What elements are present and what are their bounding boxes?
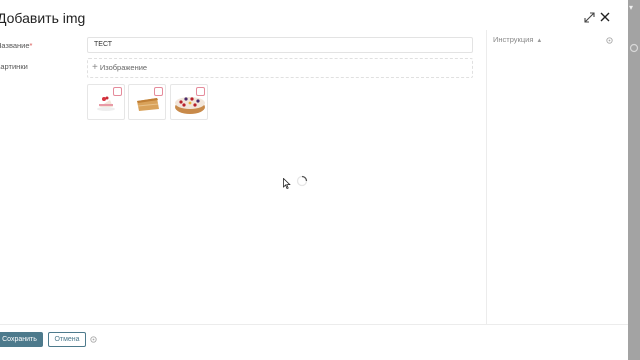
expand-icon[interactable]	[584, 12, 595, 23]
save-button[interactable]: Сохранить	[0, 332, 43, 347]
add-img-modal: Добавить img Название* ТЕСТ Картинки +Из…	[0, 0, 628, 360]
thumbnail-berry-cake[interactable]	[170, 84, 208, 120]
name-label-text: Название	[0, 41, 30, 50]
thumbnail-honey-cake[interactable]	[128, 84, 166, 120]
background-gear-icon	[629, 43, 639, 53]
instruction-gear-icon[interactable]	[605, 36, 614, 45]
footer-gear-icon[interactable]	[89, 335, 98, 344]
add-image-button[interactable]: + Изображение	[87, 58, 473, 78]
mouse-cursor-icon	[283, 178, 291, 189]
instruction-toggle[interactable]: Инструкция ▲	[493, 35, 542, 44]
plus-icon: +	[92, 62, 98, 73]
modal-header: Добавить img	[0, 0, 628, 34]
instruction-label: Инструкция	[493, 35, 534, 44]
close-icon[interactable]	[599, 11, 611, 23]
loading-spinner-icon	[296, 175, 308, 187]
delete-image-icon[interactable]	[196, 87, 205, 96]
required-mark: *	[29, 41, 33, 50]
name-label: Название*	[0, 41, 32, 50]
add-image-label: Изображение	[99, 63, 148, 72]
modal-title: Добавить img	[0, 10, 86, 26]
delete-image-icon[interactable]	[113, 87, 122, 96]
form: Название* ТЕСТ Картинки +Изображение	[0, 34, 486, 324]
backdrop: ▾	[628, 0, 640, 360]
cancel-button[interactable]: Отмена	[48, 332, 86, 347]
sidebar-divider	[486, 30, 487, 324]
delete-image-icon[interactable]	[154, 87, 163, 96]
chevron-up-icon: ▲	[536, 38, 543, 44]
modal-footer: Сохранить Отмена	[0, 325, 628, 360]
name-input[interactable]: ТЕСТ	[87, 37, 473, 53]
background-dropdown-icon: ▾	[629, 3, 634, 12]
thumbnail-strawberry-cake[interactable]	[87, 84, 125, 120]
pictures-label: Картинки	[0, 62, 28, 71]
